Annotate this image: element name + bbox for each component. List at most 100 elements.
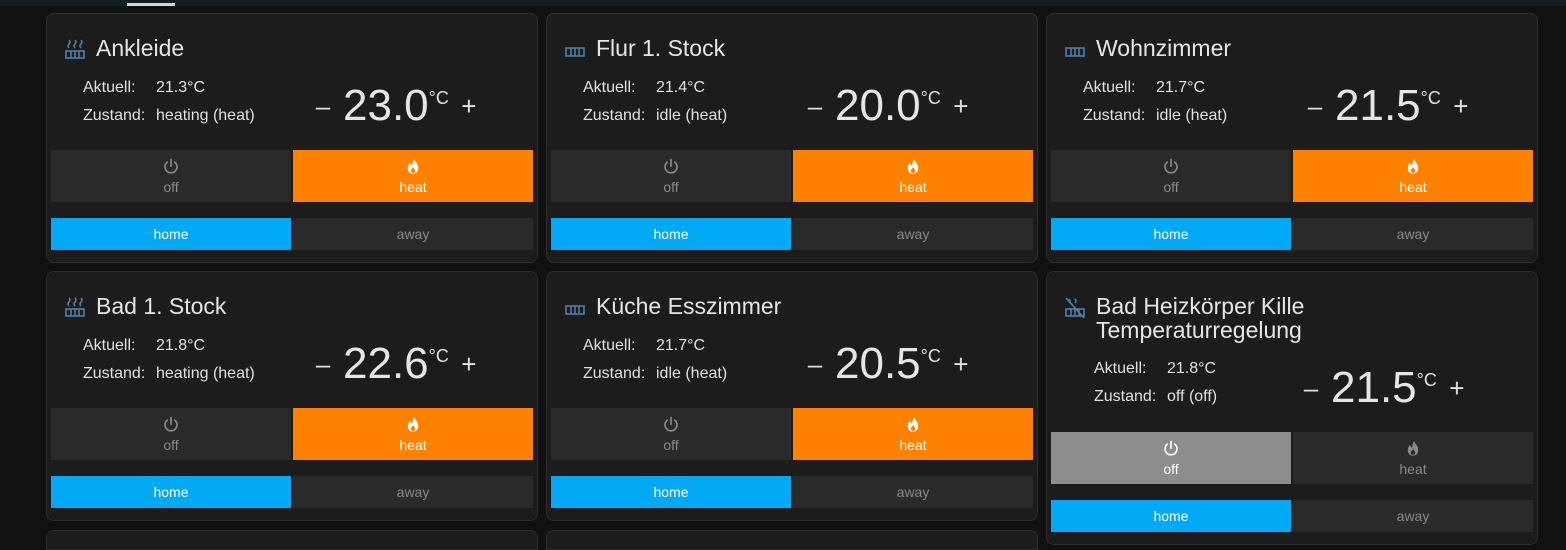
current-label: Aktuell: <box>583 337 636 354</box>
power-icon <box>664 416 678 432</box>
increase-temperature-button[interactable]: + <box>1445 375 1469 401</box>
mode-off-button[interactable]: off <box>551 150 791 202</box>
state-label: Zustand: <box>583 107 646 124</box>
preset-home-button[interactable]: home <box>51 218 291 250</box>
preset-away-button[interactable]: away <box>293 218 533 250</box>
mode-off-button[interactable]: off <box>1051 432 1291 484</box>
power-icon <box>1164 440 1178 456</box>
increase-temperature-button[interactable]: + <box>457 93 481 119</box>
increase-temperature-button[interactable]: + <box>949 351 973 377</box>
mode-off-button[interactable]: off <box>51 408 291 460</box>
decrease-temperature-button[interactable]: – <box>803 93 827 119</box>
mode-heat-button[interactable]: heat <box>293 150 533 202</box>
mode-off-button[interactable]: off <box>1051 150 1291 202</box>
mode-heat-button[interactable]: heat <box>1293 432 1533 484</box>
flame-icon <box>907 158 919 174</box>
state-label: Zustand: <box>83 107 146 124</box>
mode-heat-button[interactable]: heat <box>793 408 1033 460</box>
hvac-state: heating (heat) <box>156 365 255 382</box>
decrease-temperature-button[interactable]: – <box>1299 375 1323 401</box>
current-temperature: 21.7°C <box>656 337 706 354</box>
power-icon <box>1164 158 1178 174</box>
mode-heat-label: heat <box>899 436 927 453</box>
current-label: Aktuell: <box>1083 79 1136 96</box>
temperature-unit: °C <box>920 88 941 108</box>
mode-off-label: off <box>163 436 179 453</box>
radiator-off-icon <box>1065 297 1085 319</box>
thermostat-card-wohnzimmer: Wohnzimmer Aktuell: 21.7°C Zustand: idle (… <box>1046 13 1538 263</box>
target-temperature: 22.6 <box>343 339 429 388</box>
card-title: Ankleide <box>96 35 185 61</box>
mode-heat-label: heat <box>399 178 427 195</box>
partial-card-below <box>546 530 1038 550</box>
radiator-icon <box>1065 47 1085 57</box>
card-title: Küche Esszimmer <box>596 293 782 319</box>
mode-off-label: off <box>663 436 679 453</box>
target-temperature: 21.5 <box>1331 363 1417 412</box>
temperature-unit: °C <box>920 346 941 366</box>
preset-home-button[interactable]: home <box>1051 218 1291 250</box>
preset-away-button[interactable]: away <box>293 476 533 508</box>
hvac-state: off (off) <box>1167 388 1218 405</box>
mode-off-label: off <box>163 178 179 195</box>
flame-icon <box>907 416 919 432</box>
mode-off-button[interactable]: off <box>51 150 291 202</box>
decrease-temperature-button[interactable]: – <box>311 93 335 119</box>
power-icon <box>164 158 178 174</box>
current-temperature: 21.8°C <box>1167 360 1217 377</box>
preset-away-button[interactable]: away <box>793 476 1033 508</box>
active-tab-indicator[interactable] <box>127 3 175 6</box>
card-title: Flur 1. Stock <box>596 35 726 61</box>
mode-off-button[interactable]: off <box>551 408 791 460</box>
state-label: Zustand: <box>1094 388 1157 405</box>
hvac-state: idle (heat) <box>656 107 728 124</box>
preset-away-button[interactable]: away <box>793 218 1033 250</box>
preset-home-button[interactable]: home <box>1051 500 1291 532</box>
temperature-unit: °C <box>1416 370 1437 390</box>
power-icon <box>164 416 178 432</box>
power-icon <box>664 158 678 174</box>
current-label: Aktuell: <box>1094 360 1147 377</box>
temperature-unit: °C <box>1420 88 1441 108</box>
flame-icon <box>1407 158 1419 174</box>
flame-icon <box>1407 440 1419 456</box>
preset-home-button[interactable]: home <box>551 218 791 250</box>
preset-away-button[interactable]: away <box>1293 218 1533 250</box>
increase-temperature-button[interactable]: + <box>949 93 973 119</box>
thermostat-card-bad-1-stock: Bad 1. Stock Aktuell: 21.8°C Zustand: heat… <box>46 271 538 521</box>
preset-home-button[interactable]: home <box>51 476 291 508</box>
decrease-temperature-button[interactable]: – <box>803 351 827 377</box>
hvac-state: idle (heat) <box>656 365 728 382</box>
current-temperature: 21.3°C <box>156 79 206 96</box>
decrease-temperature-button[interactable]: – <box>311 351 335 377</box>
thermostat-card-flur-1-stock: Flur 1. Stock Aktuell: 21.4°C Zustand: idl… <box>546 13 1038 263</box>
mode-heat-button[interactable]: heat <box>293 408 533 460</box>
increase-temperature-button[interactable]: + <box>457 351 481 377</box>
mode-heat-label: heat <box>899 178 927 195</box>
increase-temperature-button[interactable]: + <box>1449 93 1473 119</box>
state-label: Zustand: <box>83 365 146 382</box>
mode-heat-button[interactable]: heat <box>793 150 1033 202</box>
hvac-state: idle (heat) <box>1156 107 1228 124</box>
target-temperature: 21.5 <box>1335 81 1421 130</box>
card-title: Wohnzimmer <box>1096 35 1232 61</box>
mode-heat-label: heat <box>1399 460 1427 477</box>
mode-off-label: off <box>1163 178 1179 195</box>
current-temperature: 21.8°C <box>156 337 206 354</box>
preset-home-button[interactable]: home <box>551 476 791 508</box>
target-temperature: 20.0 <box>835 81 921 130</box>
current-label: Aktuell: <box>583 79 636 96</box>
flame-icon <box>407 416 419 432</box>
current-temperature: 21.4°C <box>656 79 706 96</box>
target-temperature: 20.5 <box>835 339 921 388</box>
preset-away-button[interactable]: away <box>1293 500 1533 532</box>
card-title: Bad 1. Stock <box>96 293 227 319</box>
thermostat-card-bad-heizkoerper-kille: Bad Heizkörper Kille Temperaturregelung … <box>1046 271 1538 545</box>
radiator-icon <box>565 305 585 315</box>
thermostat-card-ankleide: Ankleide Aktuell: 21.3°C Zustand: heating … <box>46 13 538 263</box>
thermostat-card-kueche-esszimmer: Küche Esszimmer Aktuell: 21.7°C Zustand: i… <box>546 271 1038 521</box>
flame-icon <box>407 158 419 174</box>
mode-heat-button[interactable]: heat <box>1293 150 1533 202</box>
decrease-temperature-button[interactable]: – <box>1303 93 1327 119</box>
current-label: Aktuell: <box>83 79 136 96</box>
